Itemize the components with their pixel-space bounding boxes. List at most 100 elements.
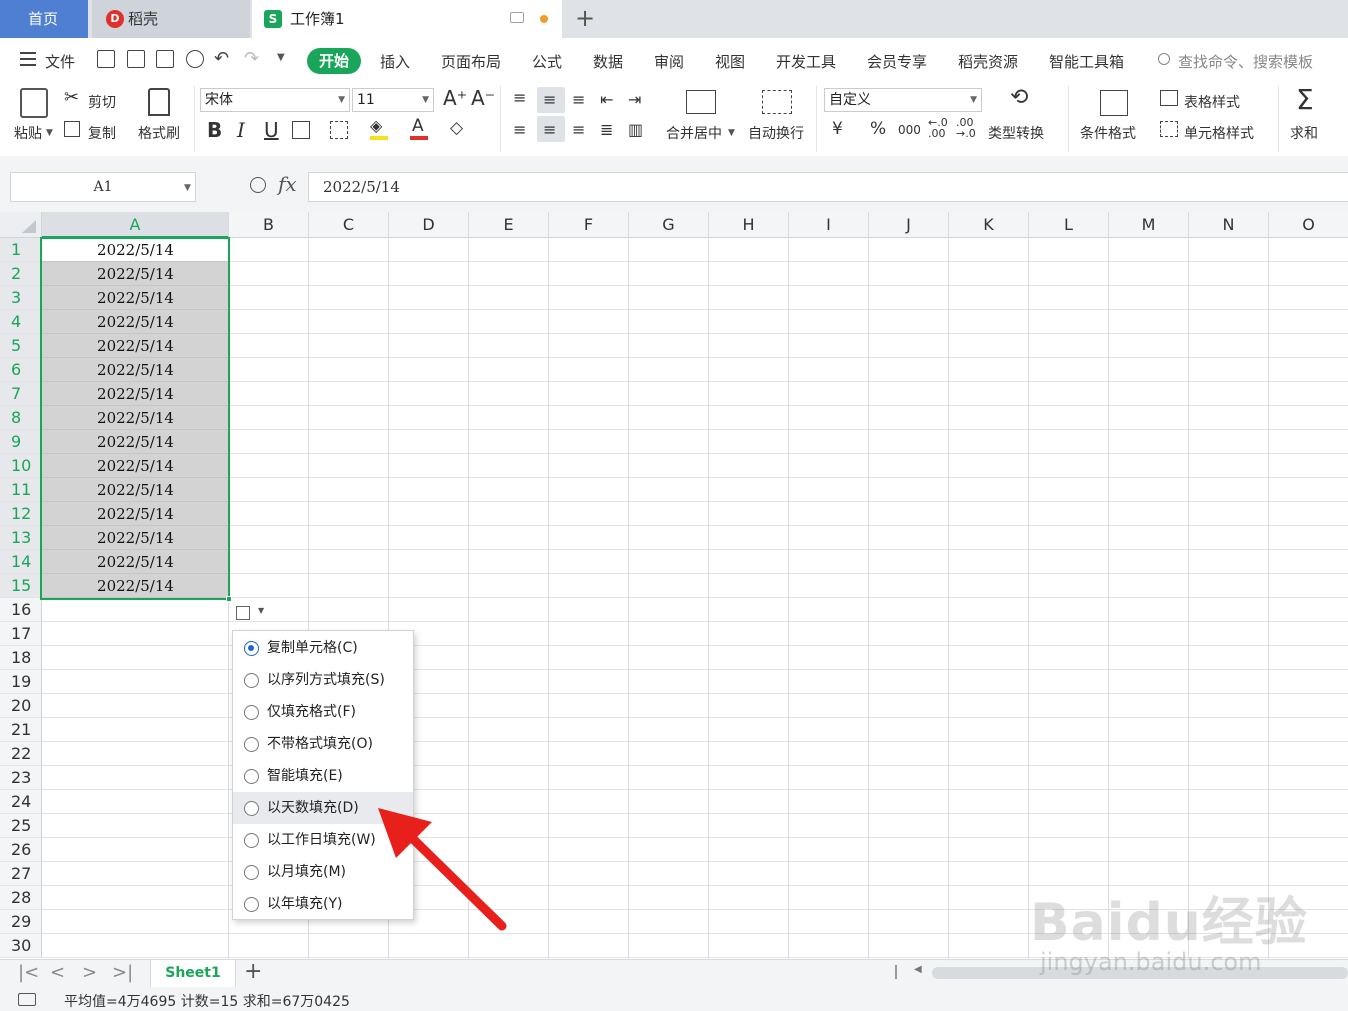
currency-button[interactable]: ¥ [832,119,843,139]
column-header-c[interactable]: C [309,212,389,238]
fill-handle[interactable] [226,596,232,602]
indent-increase-icon[interactable]: ⇥ [628,90,641,110]
menu-member[interactable]: 会员专享 [867,51,927,72]
row-header-9[interactable]: 9 [0,430,42,454]
hamburger-icon[interactable] [20,52,36,66]
border-icon[interactable] [292,121,310,139]
align-right-icon[interactable]: ≡ [572,120,585,140]
menu-smart-toolbox[interactable]: 智能工具箱 [1049,51,1124,72]
column-header-f[interactable]: F [549,212,629,238]
menu-developer[interactable]: 开发工具 [776,51,836,72]
increase-decimal-icon[interactable]: ←.0.00 [928,117,948,139]
row-header-17[interactable]: 17 [0,622,42,646]
underline-button[interactable]: U [264,120,279,140]
menu-page-layout[interactable]: 页面布局 [441,51,501,72]
menu-formula[interactable]: 公式 [532,51,562,72]
preview-icon[interactable] [186,50,204,68]
autofill-option-4[interactable]: 不带格式填充(O) [233,728,413,760]
percent-button[interactable]: % [870,119,886,139]
row-header-14[interactable]: 14 [0,550,42,574]
column-header-m[interactable]: M [1109,212,1189,238]
cut-button[interactable]: 剪切 [88,92,116,112]
copy-button[interactable]: 复制 [88,123,116,143]
screen-icon[interactable] [18,993,36,1006]
new-tab-button[interactable]: + [575,6,595,30]
wrap-text-button[interactable]: 自动换行 [748,123,804,143]
sheet-tab-sheet1[interactable]: Sheet1 [150,960,236,987]
menu-review[interactable]: 审阅 [654,51,684,72]
table-style-button[interactable]: 表格样式 [1184,92,1240,112]
tab-home[interactable]: 首页 [0,0,88,38]
prev-sheet-icon[interactable]: < [50,962,65,983]
row-header-11[interactable]: 11 [0,478,42,502]
export-icon[interactable] [127,50,145,68]
row-header-24[interactable]: 24 [0,790,42,814]
column-header-l[interactable]: L [1029,212,1109,238]
distributed-icon[interactable]: ▥ [628,120,643,140]
paste-icon[interactable] [20,88,48,118]
chevron-down-icon[interactable]: ▼ [184,183,191,193]
search-command[interactable]: 查找命令、搜索模板 [1178,51,1313,72]
increase-font-icon[interactable]: A⁺ [443,88,467,108]
row-header-5[interactable]: 5 [0,334,42,358]
spreadsheet-grid[interactable]: ABCDEFGHIJKLMNO 1 2 3 4 5 6 7 8 9 10 11 12 13 14 15 16 1… [0,212,1348,959]
eraser-icon[interactable]: ◇ [450,118,463,138]
row-header-22[interactable]: 22 [0,742,42,766]
row-header-7[interactable]: 7 [0,382,42,406]
column-header-e[interactable]: E [469,212,549,238]
row-header-18[interactable]: 18 [0,646,42,670]
first-sheet-icon[interactable]: |< [18,962,39,983]
row-header-21[interactable]: 21 [0,718,42,742]
align-bottom-icon[interactable]: ≡ [572,90,585,110]
bold-button[interactable]: B [207,120,222,140]
menu-view[interactable]: 视图 [715,51,745,72]
format-painter-button[interactable]: 格式刷 [138,123,180,143]
formula-input[interactable]: 2022/5/14 [308,172,1348,202]
row-header-25[interactable]: 25 [0,814,42,838]
row-header-30[interactable]: 30 [0,934,42,958]
fill-color-icon[interactable] [370,136,388,140]
column-header-n[interactable]: N [1189,212,1269,238]
column-header-o[interactable]: O [1269,212,1348,238]
thousands-button[interactable]: 000 [898,120,921,140]
name-box[interactable]: A1 [10,172,196,202]
zoom-icon[interactable] [250,177,266,193]
merge-center-button[interactable]: 合并居中 [666,123,722,143]
autofill-options-button[interactable]: ▼ [234,602,268,626]
add-sheet-button[interactable]: + [244,959,262,984]
row-header-3[interactable]: 3 [0,286,42,310]
column-header-d[interactable]: D [389,212,469,238]
menu-daoke-resources[interactable]: 稻壳资源 [958,51,1018,72]
row-header-13[interactable]: 13 [0,526,42,550]
cell-style-button[interactable]: 单元格样式 [1184,123,1254,143]
column-header-h[interactable]: H [709,212,789,238]
row-header-23[interactable]: 23 [0,766,42,790]
save-icon[interactable] [97,50,115,68]
row-header-10[interactable]: 10 [0,454,42,478]
undo-icon[interactable]: ↶ [214,48,229,69]
paste-button[interactable]: 粘贴 [14,123,42,143]
font-size-select[interactable]: 11 ▼ [352,88,434,112]
row-header-1[interactable]: 1 [0,238,42,262]
column-header-a[interactable]: A [42,212,229,238]
align-top-icon[interactable]: ≡ [513,88,526,108]
scroll-left-icon[interactable]: ◀ [914,964,922,975]
column-header-b[interactable]: B [229,212,309,238]
row-header-19[interactable]: 19 [0,670,42,694]
autofill-option-1[interactable]: 复制单元格(C) [233,632,413,664]
row-header-4[interactable]: 4 [0,310,42,334]
autofill-option-3[interactable]: 仅填充格式(F) [233,696,413,728]
menu-start[interactable]: 开始 [307,48,361,74]
autofill-option-5[interactable]: 智能填充(E) [233,760,413,792]
row-header-6[interactable]: 6 [0,358,42,382]
redo-icon[interactable]: ↷ [244,48,259,69]
font-name-select[interactable]: 宋体 ▼ [200,88,350,112]
select-all-corner[interactable] [0,212,42,238]
decrease-decimal-icon[interactable]: .00 →.0 [956,117,976,139]
menu-file[interactable]: 文件 [45,51,75,72]
paste-dropdown-icon[interactable]: ▼ [46,128,53,138]
row-header-12[interactable]: 12 [0,502,42,526]
number-format-select[interactable]: 自定义 ▼ [824,88,982,112]
cell-shading-icon[interactable] [330,121,348,139]
type-convert-button[interactable]: 类型转换 [988,123,1044,143]
